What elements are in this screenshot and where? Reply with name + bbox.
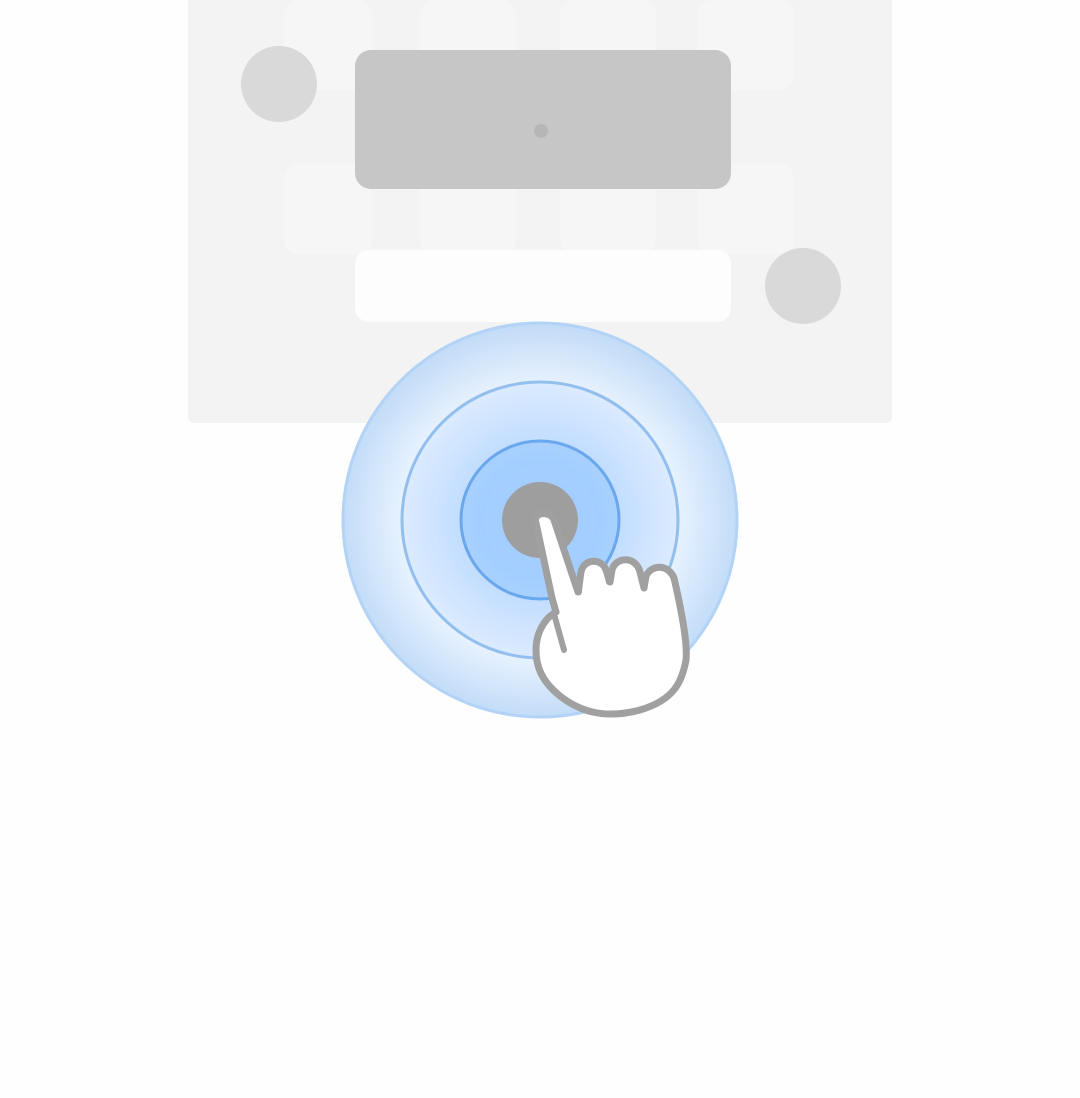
input-placeholder[interactable] bbox=[355, 250, 731, 322]
hand-pointer-icon bbox=[531, 510, 690, 718]
avatar-placeholder bbox=[241, 46, 317, 122]
avatar-placeholder bbox=[765, 248, 841, 324]
preview-placeholder bbox=[355, 50, 731, 189]
tap-gesture bbox=[340, 320, 740, 720]
loading-dot-icon bbox=[534, 124, 548, 138]
